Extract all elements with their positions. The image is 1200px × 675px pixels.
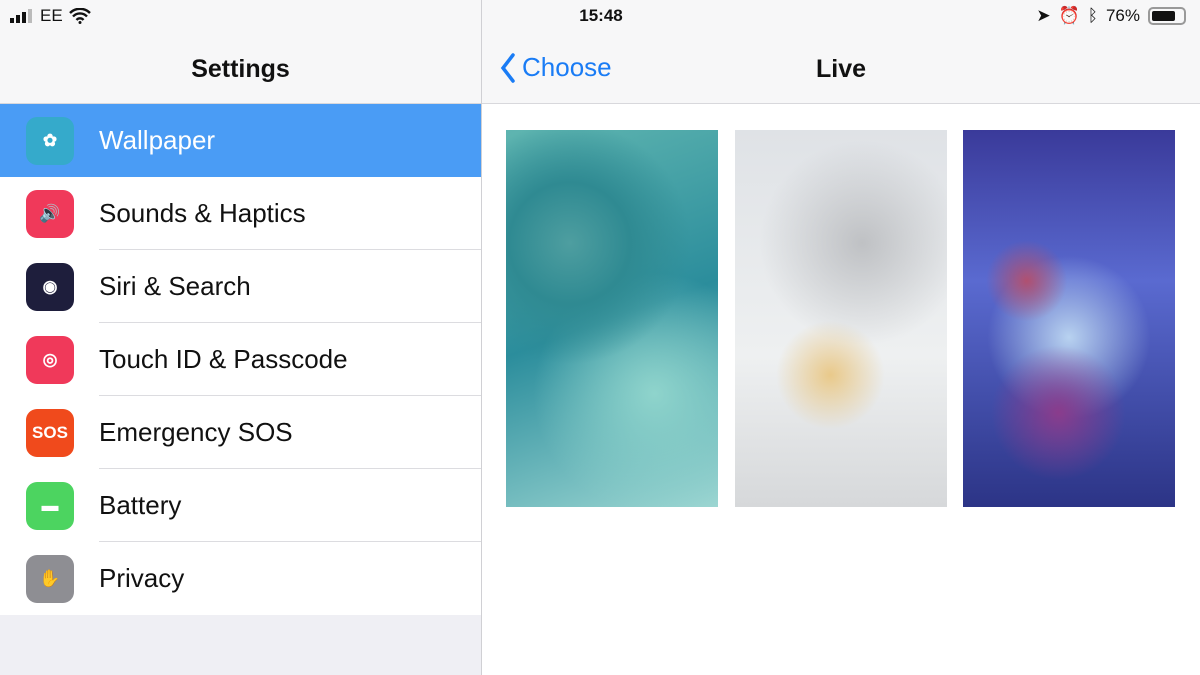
location-icon: ➤ — [1036, 6, 1051, 25]
hand-icon: ✋ — [26, 554, 74, 603]
settings-list: ✿ Wallpaper 🔊 Sounds & Haptics ◉ Siri & Searc… — [0, 104, 481, 615]
page-title: Settings — [191, 55, 290, 83]
sidebar-item-siri-search[interactable]: ◉ Siri & Search — [0, 250, 481, 323]
wallpaper-thumb-teal[interactable] — [506, 130, 718, 507]
wallpaper-thumb-white[interactable] — [735, 130, 947, 507]
time: 15:48 — [579, 6, 623, 25]
wallpaper-thumb-purple[interactable] — [963, 130, 1175, 507]
sidebar-item-label: Sounds & Haptics — [99, 198, 306, 228]
battery-percent: 76% — [1105, 6, 1140, 25]
sidebar-header: EE Settings — [0, 0, 481, 104]
fingerprint-icon: ◎ — [26, 335, 74, 384]
sidebar-item-emergency-sos[interactable]: SOS Emergency SOS — [0, 396, 481, 469]
signal-icon — [10, 9, 32, 23]
sidebar-item-label: Siri & Search — [99, 271, 251, 301]
wallpaper-flower-icon: ✿ — [26, 116, 74, 165]
sidebar-item-touch-id-passcode[interactable]: ◎ Touch ID & Passcode — [0, 323, 481, 396]
sidebar-item-label: Emergency SOS — [99, 417, 293, 447]
sidebar-item-label: Privacy — [99, 563, 185, 593]
speaker-icon: 🔊 — [26, 189, 74, 238]
status-right: ➤ ⏰ ᛒ 76% — [1036, 6, 1186, 26]
split-divider — [481, 0, 482, 675]
alarm-icon: ⏰ — [1058, 6, 1080, 25]
sidebar-item-sounds-haptics[interactable]: 🔊 Sounds & Haptics — [0, 177, 481, 250]
bluetooth-icon: ᛒ — [1087, 6, 1098, 25]
sidebar-item-label: Battery — [99, 490, 182, 520]
battery-icon — [1148, 7, 1186, 25]
wifi-icon — [68, 8, 91, 24]
sos-icon: SOS — [26, 408, 74, 457]
detail-title: Live — [815, 55, 867, 83]
sos-text: SOS — [32, 422, 68, 442]
sidebar-item-privacy[interactable]: ✋ Privacy — [0, 542, 481, 615]
sidebar-item-wallpaper[interactable]: ✿ Wallpaper — [0, 104, 481, 177]
sidebar-item-label: Wallpaper — [99, 125, 216, 155]
sidebar-item-battery[interactable]: ▬ Battery — [0, 469, 481, 542]
siri-icon: ◉ — [26, 262, 74, 311]
sidebar-item-label: Touch ID & Passcode — [99, 344, 348, 374]
carrier: EE — [40, 6, 63, 25]
status-left: EE — [10, 6, 91, 26]
battery-icon: ▬ — [26, 481, 74, 530]
